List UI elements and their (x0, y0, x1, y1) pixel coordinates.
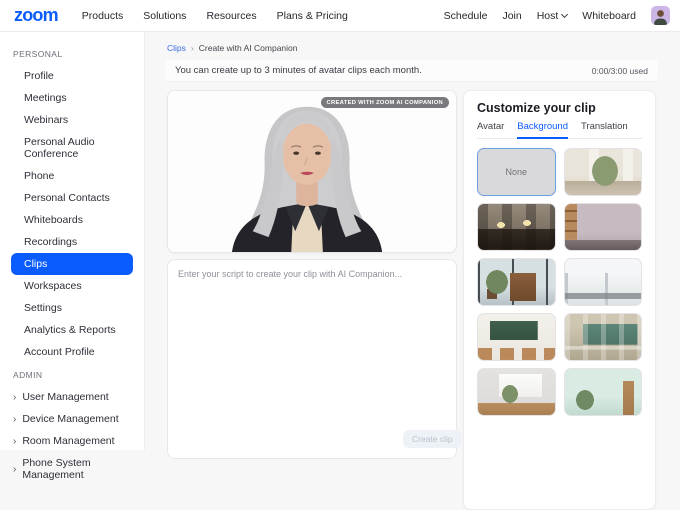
background-option-dark-office[interactable] (477, 203, 556, 251)
background-none-label: None (505, 167, 527, 177)
background-option-living-room[interactable] (564, 148, 643, 196)
sidebar-section-admin: ADMIN (13, 370, 144, 380)
sidebar-item-personal-contacts[interactable]: Personal Contacts (0, 187, 144, 209)
breadcrumb: Clips › Create with AI Companion (167, 43, 298, 53)
sidebar-item-whiteboards[interactable]: Whiteboards (0, 209, 144, 231)
breadcrumb-separator: › (191, 43, 194, 53)
background-option-mint-room[interactable] (564, 368, 643, 416)
nav-schedule[interactable]: Schedule (444, 10, 488, 22)
sidebar-item-user-management[interactable]: › User Management (0, 386, 144, 408)
avatar-preview-image (168, 91, 456, 252)
nav-plans-pricing[interactable]: Plans & Pricing (277, 10, 348, 22)
user-avatar[interactable] (651, 6, 670, 25)
navbar-right-menu: Schedule Join Host Whiteboard (444, 6, 670, 25)
sidebar-item-settings[interactable]: Settings (0, 297, 144, 319)
background-option-classroom[interactable] (477, 313, 556, 361)
breadcrumb-clips-link[interactable]: Clips (167, 43, 186, 53)
sidebar-item-analytics-reports[interactable]: Analytics & Reports (0, 319, 144, 341)
usage-counter: 0:00/3:00 used (592, 66, 648, 76)
background-option-open-office[interactable] (564, 258, 643, 306)
tab-avatar[interactable]: Avatar (477, 121, 504, 138)
user-avatar-image (651, 6, 670, 25)
chevron-right-icon: › (13, 392, 16, 403)
customize-tabs: Avatar Background Translation (477, 121, 642, 139)
chevron-down-icon (561, 10, 568, 17)
sidebar-item-clips[interactable]: Clips (11, 253, 133, 275)
sidebar-item-meetings[interactable]: Meetings (0, 87, 144, 109)
sidebar-item-label: Room Management (22, 435, 114, 447)
top-navbar: zoom Products Solutions Resources Plans … (0, 0, 680, 32)
sidebar-item-label: Phone System Management (22, 457, 138, 481)
nav-whiteboard[interactable]: Whiteboard (582, 10, 636, 22)
sidebar-item-profile[interactable]: Profile (0, 65, 144, 87)
sidebar-item-personal-audio-conference[interactable]: Personal Audio Conference (0, 131, 144, 165)
chevron-right-icon: › (13, 414, 16, 425)
breadcrumb-current: Create with AI Companion (199, 43, 298, 53)
sidebar-item-label: Device Management (22, 413, 118, 425)
sidebar-item-phone[interactable]: Phone (0, 165, 144, 187)
sidebar: PERSONAL Profile Meetings Webinars Perso… (0, 32, 145, 450)
nav-solutions[interactable]: Solutions (143, 10, 186, 22)
sidebar-item-device-management[interactable]: › Device Management (0, 408, 144, 430)
customize-panel: Customize your clip Avatar Background Tr… (463, 90, 656, 510)
background-option-none[interactable]: None (477, 148, 556, 196)
customize-panel-title: Customize your clip (477, 101, 642, 115)
sidebar-item-webinars[interactable]: Webinars (0, 109, 144, 131)
script-input[interactable] (167, 259, 457, 459)
background-option-modern-office[interactable] (564, 203, 643, 251)
background-option-window-lounge[interactable] (477, 258, 556, 306)
sidebar-item-phone-system-management[interactable]: › Phone System Management (0, 452, 144, 486)
background-option-factory[interactable] (564, 313, 643, 361)
nav-host-label: Host (537, 10, 559, 22)
nav-host[interactable]: Host (537, 10, 568, 22)
ai-companion-badge: CREATED WITH ZOOM AI COMPANION (321, 97, 449, 108)
usage-banner-message: You can create up to 3 minutes of avatar… (175, 65, 422, 76)
sidebar-item-account-profile[interactable]: Account Profile (0, 341, 144, 363)
sidebar-item-room-management[interactable]: › Room Management (0, 430, 144, 452)
nav-resources[interactable]: Resources (206, 10, 256, 22)
nav-join[interactable]: Join (502, 10, 521, 22)
background-grid: None (477, 148, 642, 416)
nav-products[interactable]: Products (82, 10, 123, 22)
chevron-right-icon: › (13, 464, 16, 475)
chevron-right-icon: › (13, 436, 16, 447)
tab-background[interactable]: Background (517, 121, 568, 139)
navbar-left-menu: Products Solutions Resources Plans & Pri… (82, 10, 348, 22)
sidebar-item-label: User Management (22, 391, 108, 403)
avatar-video-preview: CREATED WITH ZOOM AI COMPANION (167, 90, 457, 253)
zoom-logo[interactable]: zoom (14, 5, 58, 26)
usage-banner: You can create up to 3 minutes of avatar… (165, 60, 658, 81)
sidebar-section-personal: PERSONAL (13, 49, 144, 59)
create-clip-button[interactable]: Create clip (403, 430, 462, 448)
sidebar-item-workspaces[interactable]: Workspaces (0, 275, 144, 297)
background-option-meeting-room[interactable] (477, 368, 556, 416)
tab-translation[interactable]: Translation (581, 121, 628, 138)
sidebar-item-recordings[interactable]: Recordings (0, 231, 144, 253)
